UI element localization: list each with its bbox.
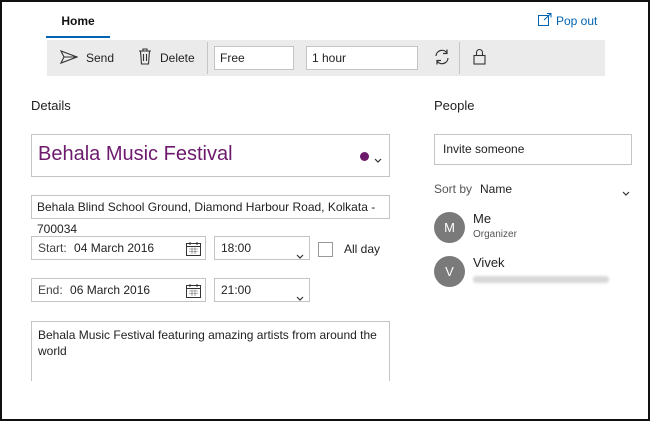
calendar-icon[interactable] — [186, 283, 201, 305]
end-date: 06 March 2016 — [70, 283, 151, 297]
sort-by-value: Name — [480, 182, 513, 196]
attendee-item[interactable]: V Vivek — [434, 255, 634, 288]
all-day-label: All day — [344, 242, 381, 256]
start-date: 04 March 2016 — [74, 241, 155, 255]
delete-label: Delete — [160, 51, 195, 65]
send-button[interactable]: Send — [59, 40, 115, 76]
private-button[interactable] — [471, 40, 487, 76]
calendar-color-dot[interactable] — [360, 152, 369, 161]
end-label: End: — [38, 283, 63, 297]
start-date-field[interactable]: Start: 04 March 2016 — [31, 236, 206, 260]
reminder-dropdown[interactable]: 1 hour — [306, 46, 418, 70]
sort-by-dropdown[interactable]: Sort by Name — [434, 182, 632, 198]
attendee-item[interactable]: M Me Organizer — [434, 211, 634, 244]
tab-home[interactable]: Home — [46, 8, 110, 38]
attendee-email-redacted — [473, 276, 609, 283]
chevron-down-icon — [622, 186, 630, 200]
location-field[interactable]: Behala Blind School Ground, Diamond Harb… — [31, 195, 390, 236]
pop-out-button[interactable]: Pop out — [538, 12, 597, 30]
attendee-name: Vivek — [473, 255, 505, 270]
send-icon — [59, 49, 79, 67]
pop-out-icon — [538, 13, 552, 29]
end-date-field[interactable]: End: 06 March 2016 — [31, 278, 206, 302]
repeat-icon — [433, 48, 451, 69]
avatar: V — [434, 256, 465, 287]
avatar: M — [434, 212, 465, 243]
toolbar: Send Delete Free 1 hour — [47, 40, 605, 76]
event-title: Behala Music Festival — [38, 143, 233, 165]
show-as-dropdown[interactable]: Free — [214, 46, 294, 70]
chevron-down-icon[interactable] — [374, 153, 382, 167]
pop-out-label: Pop out — [556, 14, 598, 28]
invite-input[interactable]: Invite someone — [434, 134, 632, 165]
chevron-down-icon — [296, 245, 304, 267]
event-window: Home Pop out Send Delete Free 1 hour Det… — [0, 0, 650, 421]
sort-by-label: Sort by — [434, 182, 473, 196]
repeat-button[interactable] — [431, 40, 453, 76]
delete-icon — [138, 48, 152, 68]
people-heading: People — [434, 98, 475, 113]
description-field[interactable]: Behala Music Festival featuring amazing … — [31, 321, 390, 381]
start-label: Start: — [38, 241, 67, 255]
start-time-dropdown[interactable]: 18:00 — [214, 236, 310, 260]
details-heading: Details — [31, 98, 71, 113]
attendee-role: Organizer — [473, 229, 517, 240]
chevron-down-icon — [296, 287, 304, 309]
attendee-name: Me — [473, 211, 492, 226]
delete-button[interactable]: Delete — [138, 40, 195, 76]
start-time: 18:00 — [221, 241, 252, 255]
calendar-icon[interactable] — [186, 241, 201, 263]
all-day-checkbox[interactable] — [318, 242, 333, 257]
toolbar-divider — [207, 42, 208, 74]
lock-icon — [472, 48, 486, 68]
end-time-dropdown[interactable]: 21:00 — [214, 278, 310, 302]
end-time: 21:00 — [221, 283, 252, 297]
send-label: Send — [86, 51, 115, 65]
toolbar-divider — [459, 42, 460, 74]
event-title-field[interactable]: Behala Music Festival — [31, 134, 390, 177]
